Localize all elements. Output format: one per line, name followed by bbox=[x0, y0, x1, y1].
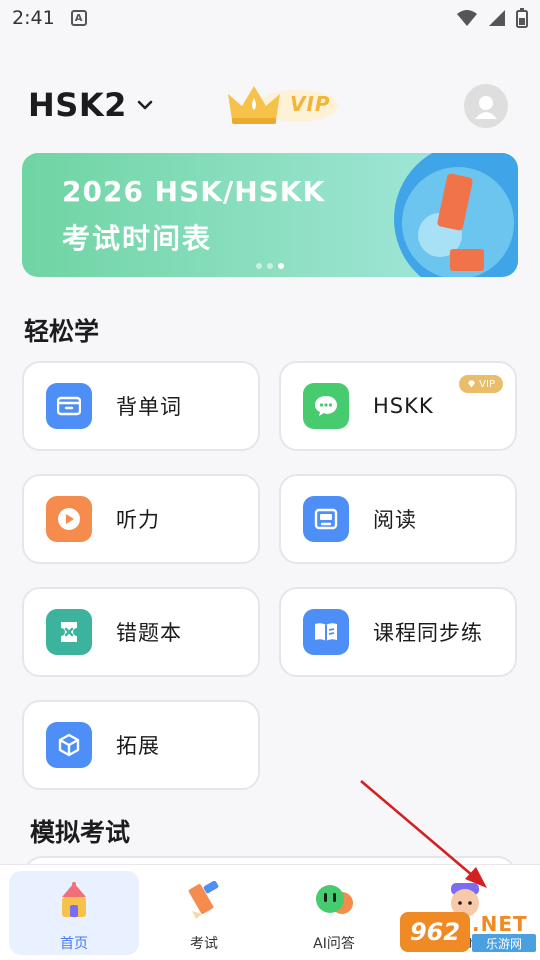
vip-badge-label: VIP bbox=[479, 378, 495, 390]
card-listening[interactable]: 听力 bbox=[22, 474, 260, 564]
vip-badge: VIP bbox=[459, 375, 503, 393]
wifi-icon bbox=[457, 10, 477, 26]
mistake-icon bbox=[46, 609, 92, 655]
tab-label: AI问答 bbox=[313, 936, 355, 952]
diamond-icon bbox=[468, 380, 476, 388]
book-icon bbox=[303, 609, 349, 655]
level-title: HSK2 bbox=[28, 86, 127, 124]
banner-pagination bbox=[256, 263, 284, 269]
card-extension[interactable]: 拓展 bbox=[22, 700, 260, 790]
exam-schedule-banner[interactable]: 2026 HSK/HSKK 考试时间表 bbox=[22, 153, 518, 277]
cube-icon bbox=[46, 722, 92, 768]
tab-label: 首页 bbox=[60, 936, 88, 952]
tab-home[interactable]: 首页 bbox=[9, 871, 139, 955]
card-label: 错题本 bbox=[116, 621, 182, 645]
user-avatar-icon bbox=[475, 96, 497, 119]
banner-title-line2: 考试时间表 bbox=[62, 222, 213, 255]
chevron-down-icon bbox=[137, 100, 153, 110]
card-box-icon bbox=[46, 383, 92, 429]
card-label: 听力 bbox=[116, 508, 160, 532]
card-course-practice[interactable]: 课程同步练 bbox=[279, 587, 517, 677]
tab-exam[interactable]: 考试 bbox=[139, 871, 269, 955]
ai-chat-icon bbox=[316, 885, 353, 914]
card-label: 背单词 bbox=[116, 395, 182, 419]
section-title-easy-learn: 轻松学 bbox=[24, 317, 100, 346]
play-icon bbox=[46, 496, 92, 542]
vip-label[interactable]: VIP bbox=[290, 92, 331, 116]
card-reading[interactable]: 阅读 bbox=[279, 474, 517, 564]
watermark-logo: 962 bbox=[400, 912, 470, 952]
card-label: 拓展 bbox=[116, 734, 160, 758]
watermark-cn: 乐游网 bbox=[472, 934, 536, 952]
level-selector[interactable]: HSK2 bbox=[28, 86, 153, 124]
card-label: 阅读 bbox=[373, 508, 417, 532]
card-vocabulary[interactable]: 背单词 bbox=[22, 361, 260, 451]
status-time: 2:41 bbox=[12, 7, 55, 29]
banner-dot-active bbox=[278, 263, 284, 269]
card-label: 课程同步练 bbox=[373, 621, 483, 645]
banner-illustration bbox=[394, 153, 518, 277]
signal-icon bbox=[489, 10, 505, 26]
annotation-arrow bbox=[360, 780, 487, 888]
chat-bubble-icon bbox=[303, 383, 349, 429]
avatar[interactable] bbox=[464, 84, 508, 128]
status-bar: 2:41 A bbox=[0, 0, 540, 36]
watermark-net: .NET bbox=[472, 912, 528, 936]
card-hskk[interactable]: HSKK VIP bbox=[279, 361, 517, 451]
status-icons bbox=[456, 8, 528, 28]
house-icon bbox=[62, 882, 86, 917]
header: HSK2 VIP bbox=[28, 80, 512, 136]
watermark: 962 .NET 乐游网 bbox=[400, 912, 536, 956]
notification-icon: A bbox=[70, 10, 87, 26]
section-title-mock-exam: 模拟考试 bbox=[30, 818, 131, 847]
banner-dot bbox=[267, 263, 273, 269]
card-label: HSKK bbox=[373, 394, 434, 418]
card-mistakes[interactable]: 错题本 bbox=[22, 587, 260, 677]
battery-icon bbox=[516, 8, 528, 28]
tab-label: 考试 bbox=[190, 936, 218, 952]
banner-dot bbox=[256, 263, 262, 269]
pencil-icon bbox=[188, 881, 219, 919]
reader-icon bbox=[303, 496, 349, 542]
banner-title-line1: 2026 HSK/HSKK bbox=[62, 175, 326, 208]
